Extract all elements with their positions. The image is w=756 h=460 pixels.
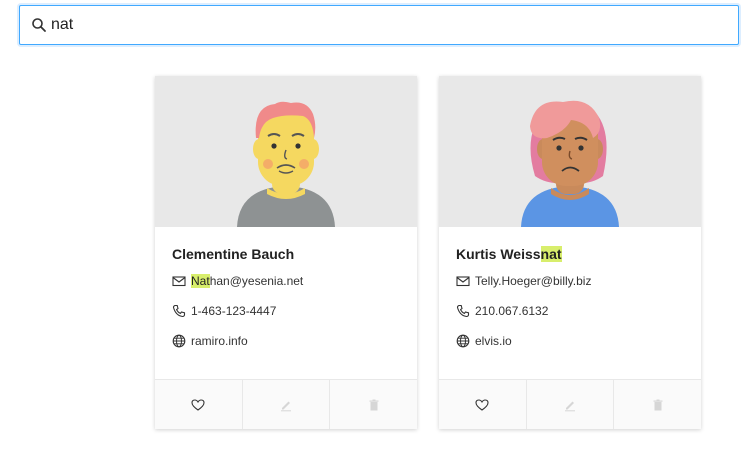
edit-button[interactable] bbox=[527, 380, 615, 429]
mail-icon bbox=[456, 276, 470, 287]
phone-text: 1-463-123-4447 bbox=[191, 304, 277, 318]
email-row: Nathan@yesenia.net bbox=[172, 274, 303, 288]
edit-button[interactable] bbox=[243, 380, 331, 429]
mail-icon bbox=[172, 276, 186, 287]
phone-row: 1-463-123-4447 bbox=[172, 304, 276, 318]
user-name: Clementine Bauch bbox=[172, 246, 295, 262]
avatar bbox=[155, 76, 417, 227]
heart-icon bbox=[191, 398, 205, 411]
phone-icon bbox=[172, 304, 186, 318]
search-input[interactable] bbox=[51, 12, 731, 38]
avatar bbox=[439, 76, 701, 227]
delete-button[interactable] bbox=[614, 380, 701, 429]
search-icon bbox=[32, 18, 46, 32]
trash-icon bbox=[369, 399, 379, 410]
like-button[interactable] bbox=[155, 380, 243, 429]
user-name: Kurtis Weissnat bbox=[456, 246, 562, 262]
card-actions bbox=[439, 379, 701, 429]
website-row: elvis.io bbox=[456, 334, 512, 348]
globe-icon bbox=[456, 334, 470, 348]
website-text: ramiro.info bbox=[191, 334, 248, 348]
delete-button[interactable] bbox=[330, 380, 417, 429]
email-text: Nathan@yesenia.net bbox=[191, 274, 304, 288]
phone-icon bbox=[456, 304, 470, 318]
card-actions bbox=[155, 379, 417, 429]
email-text: Telly.Hoeger@billy.biz bbox=[475, 274, 592, 288]
user-card: Clementine Bauch Nathan@yesenia.net 1-46… bbox=[155, 76, 417, 429]
edit-icon bbox=[565, 401, 575, 411]
globe-icon bbox=[172, 334, 186, 348]
website-text: elvis.io bbox=[475, 334, 512, 348]
heart-icon bbox=[475, 398, 489, 411]
user-card: Kurtis Weissnat Telly.Hoeger@billy.biz 2… bbox=[439, 76, 701, 429]
phone-row: 210.067.6132 bbox=[456, 304, 548, 318]
email-row: Telly.Hoeger@billy.biz bbox=[456, 274, 591, 288]
website-row: ramiro.info bbox=[172, 334, 248, 348]
trash-icon bbox=[653, 399, 663, 410]
like-button[interactable] bbox=[439, 380, 527, 429]
edit-icon bbox=[281, 401, 291, 411]
search-bar[interactable] bbox=[19, 5, 739, 45]
phone-text: 210.067.6132 bbox=[475, 304, 549, 318]
